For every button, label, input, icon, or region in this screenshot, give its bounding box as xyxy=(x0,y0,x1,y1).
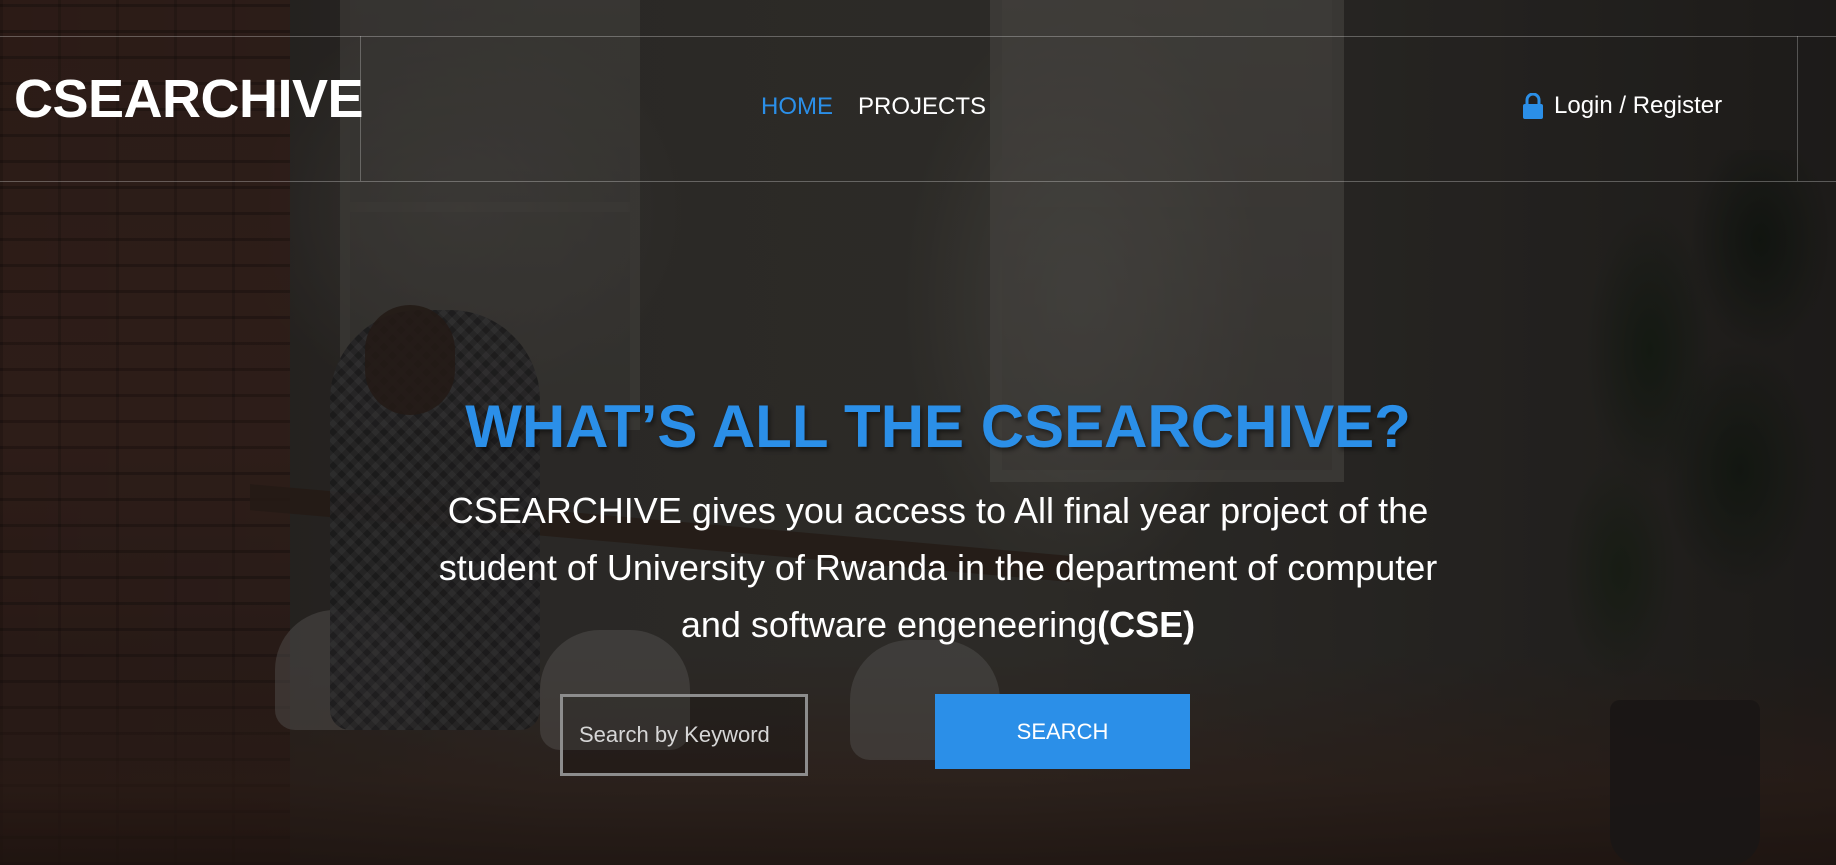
site-header: CSEARCHIVE HOME PROJECTS Login / Registe… xyxy=(0,36,1836,182)
hero-description-text: CSEARCHIVE gives you access to All final… xyxy=(438,490,1438,645)
nav-item-home[interactable]: HOME xyxy=(761,93,833,121)
hero-description: CSEARCHIVE gives you access to All final… xyxy=(418,482,1458,653)
header-divider xyxy=(1797,36,1798,181)
site-logo[interactable]: CSEARCHIVE xyxy=(14,68,364,130)
search-input[interactable] xyxy=(560,694,808,776)
lock-icon xyxy=(1522,92,1544,119)
hero-title: WHAT’S ALL THE CSEARCHIVE? xyxy=(465,393,1411,460)
hero-description-emphasis: (CSE) xyxy=(1097,604,1196,645)
search-button[interactable]: SEARCH xyxy=(935,694,1190,769)
nav-item-projects[interactable]: PROJECTS xyxy=(858,93,986,121)
login-register-link[interactable]: Login / Register xyxy=(1522,92,1722,120)
page: CSEARCHIVE HOME PROJECTS Login / Registe… xyxy=(0,0,1836,865)
main-nav: HOME PROJECTS xyxy=(761,93,986,121)
login-register-label: Login / Register xyxy=(1554,92,1723,119)
